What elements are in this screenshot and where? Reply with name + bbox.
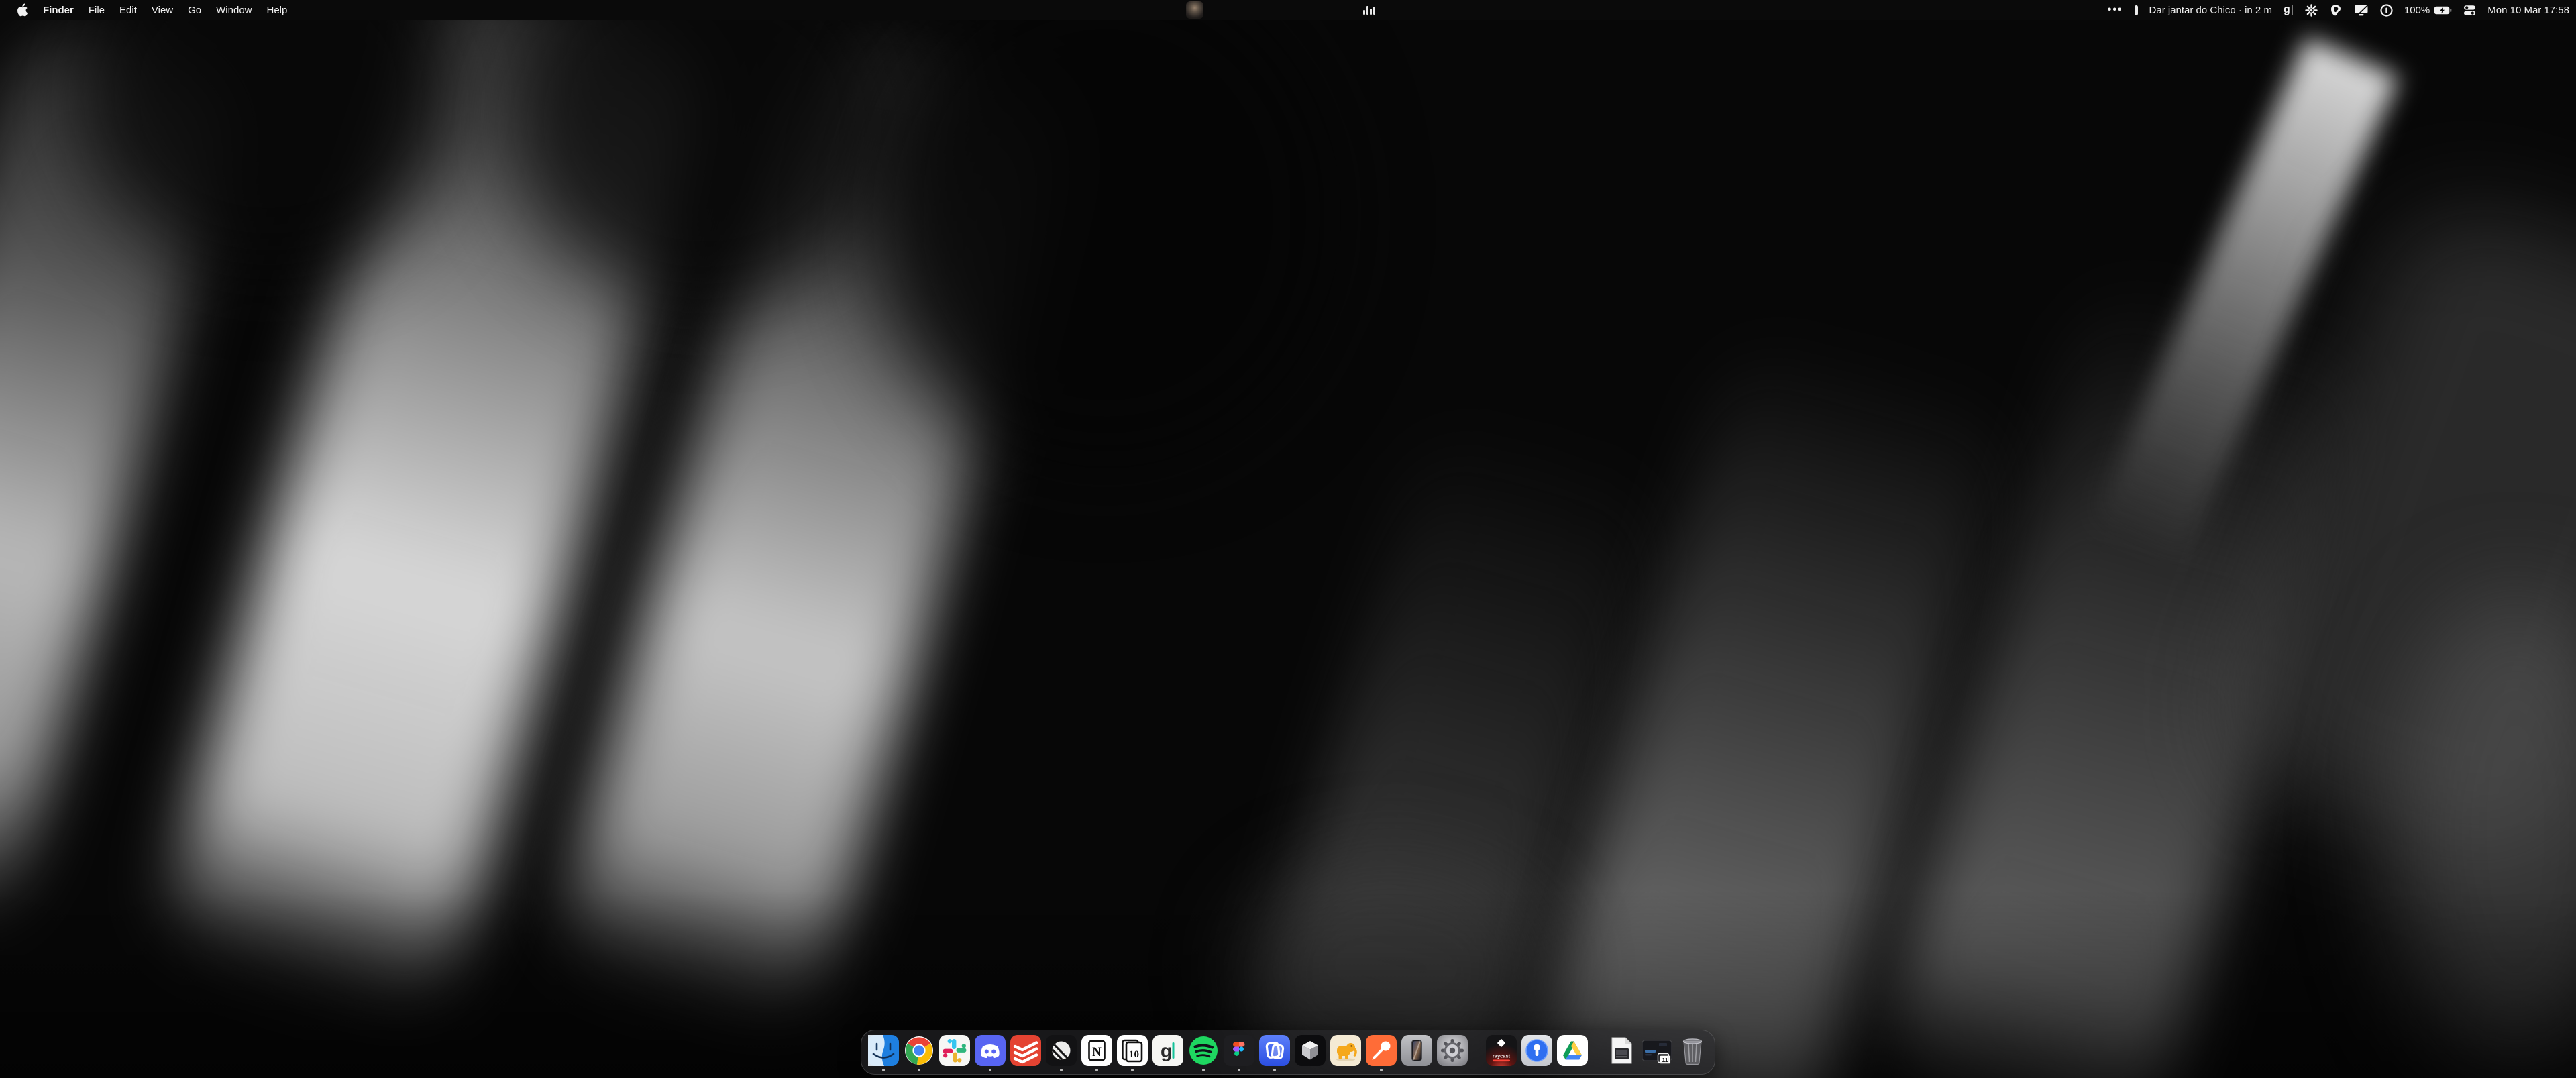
display-icon[interactable]: [2354, 0, 2369, 20]
postico-elephant-icon: [1330, 1035, 1361, 1066]
trash-icon: [1677, 1035, 1708, 1066]
discord-icon: [975, 1035, 1006, 1066]
grammarly-menu-icon[interactable]: g|: [2284, 0, 2294, 20]
dock-item-linear[interactable]: [1046, 1035, 1077, 1073]
apple-menu[interactable]: [9, 0, 36, 20]
dock-item-trash[interactable]: [1677, 1035, 1708, 1073]
menu-bar: Finder File Edit View Go Window Help •••…: [0, 0, 2576, 20]
pick-shape-icon[interactable]: [2329, 0, 2343, 20]
asterisk-gear-icon[interactable]: [2305, 0, 2318, 20]
figma-icon: [1224, 1035, 1254, 1066]
menu-file[interactable]: File: [81, 0, 112, 20]
control-center-icon[interactable]: [2463, 0, 2476, 20]
now-playing-album-art[interactable]: [1186, 1, 1203, 19]
menu-view[interactable]: View: [144, 0, 180, 20]
system-settings-gear-icon: [1437, 1035, 1468, 1066]
onepassword-icon: [1521, 1035, 1552, 1066]
onepassword-menu-icon[interactable]: [2380, 0, 2393, 20]
battery-percent: 100%: [2404, 5, 2430, 16]
now-playing-bars-icon[interactable]: [1363, 5, 1375, 15]
menu-bar-right: ••• Dar jantar do Chico · in 2 m g|: [2108, 0, 2576, 20]
menu-help[interactable]: Help: [260, 0, 295, 20]
menu-go[interactable]: Go: [180, 0, 209, 20]
running-indicator: [882, 1069, 885, 1071]
svg-text:raycast: raycast: [1493, 1053, 1511, 1059]
notion-icon: N: [1081, 1035, 1112, 1066]
running-indicator: [989, 1069, 991, 1071]
clock[interactable]: Mon 10 Mar 17:58: [2487, 0, 2569, 20]
running-indicator: [1273, 1069, 1276, 1071]
dock-item-1password[interactable]: [1521, 1035, 1552, 1073]
dock-item-grammarly[interactable]: g: [1152, 1035, 1183, 1073]
display-icon: [2354, 4, 2369, 17]
svg-text:N: N: [1092, 1045, 1102, 1059]
google-drive-icon: [1557, 1035, 1588, 1066]
dock: N 10 g: [861, 1030, 1715, 1075]
dock-item-chrome[interactable]: [904, 1035, 934, 1073]
grammarly-icon: g: [1152, 1035, 1183, 1066]
raycast-icon: raycast: [1486, 1035, 1517, 1066]
dock-item-todoist[interactable]: [1010, 1035, 1041, 1073]
dock-item-google-drive[interactable]: [1557, 1035, 1588, 1073]
postman-icon: [1366, 1035, 1397, 1066]
pick-icon: [2329, 3, 2343, 17]
notion-calendar-icon: 10: [1117, 1035, 1148, 1066]
running-indicator: [1131, 1069, 1134, 1071]
running-indicator: [1380, 1069, 1383, 1071]
spotify-icon: [1188, 1035, 1219, 1066]
dock-item-screenshots-stack[interactable]: 11: [1642, 1035, 1672, 1073]
reminder-status[interactable]: Dar jantar do Chico · in 2 m: [2149, 0, 2272, 20]
chrome-icon: [904, 1035, 934, 1066]
linear-icon: [1046, 1035, 1077, 1066]
battery-charging-icon: [2434, 6, 2452, 15]
running-indicator: [1060, 1069, 1063, 1071]
dock-item-iphone-mirroring[interactable]: [1401, 1035, 1432, 1073]
wallpaper: [0, 0, 2576, 1078]
dock-item-postman[interactable]: [1366, 1035, 1397, 1073]
desktop: Finder File Edit View Go Window Help •••…: [0, 0, 2576, 1078]
menu-bar-left: Finder File Edit View Go Window Help: [0, 0, 294, 20]
cube-icon: [1295, 1035, 1326, 1066]
dock-item-raycast[interactable]: raycast: [1486, 1035, 1517, 1073]
running-indicator: [1095, 1069, 1098, 1071]
document-file-icon: [1606, 1035, 1637, 1066]
svg-text:11: 11: [1662, 1057, 1668, 1063]
dock-item-system-settings[interactable]: [1437, 1035, 1468, 1073]
dock-item-finder[interactable]: [868, 1035, 899, 1073]
iphone-mirroring-icon: [1401, 1035, 1432, 1066]
todoist-icon: [1010, 1035, 1041, 1066]
running-indicator: [918, 1069, 920, 1071]
menu-edit[interactable]: Edit: [112, 0, 144, 20]
dock-item-black-cube-app[interactable]: [1295, 1035, 1326, 1073]
dock-item-spotify[interactable]: [1188, 1035, 1219, 1073]
dock-item-notion-calendar[interactable]: 10: [1117, 1035, 1148, 1073]
dock-item-notion[interactable]: N: [1081, 1035, 1112, 1073]
finder-icon: [868, 1035, 899, 1066]
dock-item-figma[interactable]: [1224, 1035, 1254, 1073]
running-indicator: [1202, 1069, 1205, 1071]
dock-item-document-file[interactable]: [1606, 1035, 1637, 1073]
battery-status[interactable]: 100%: [2404, 5, 2452, 16]
dock-item-slack[interactable]: [939, 1035, 970, 1073]
dock-item-discord[interactable]: [975, 1035, 1006, 1073]
menu-window[interactable]: Window: [209, 0, 259, 20]
control-center-icon: [2463, 5, 2476, 16]
asterisk-icon: [2305, 4, 2318, 17]
onepassword-icon: [2380, 4, 2393, 17]
apple-icon: [17, 3, 28, 17]
svg-text:10: 10: [1129, 1049, 1139, 1060]
menu-finder[interactable]: Finder: [36, 0, 81, 20]
slack-icon: [939, 1035, 970, 1066]
overflow-dots-icon[interactable]: •••: [2108, 0, 2123, 20]
blue-panels-icon: [1259, 1035, 1290, 1066]
separator-bar: [2135, 5, 2138, 15]
screenshots-stack-icon: 11: [1642, 1035, 1672, 1066]
running-indicator: [1238, 1069, 1240, 1071]
dock-item-blue-panels-app[interactable]: [1259, 1035, 1290, 1073]
dock-item-postico[interactable]: [1330, 1035, 1361, 1073]
svg-text:g: g: [1161, 1040, 1172, 1061]
